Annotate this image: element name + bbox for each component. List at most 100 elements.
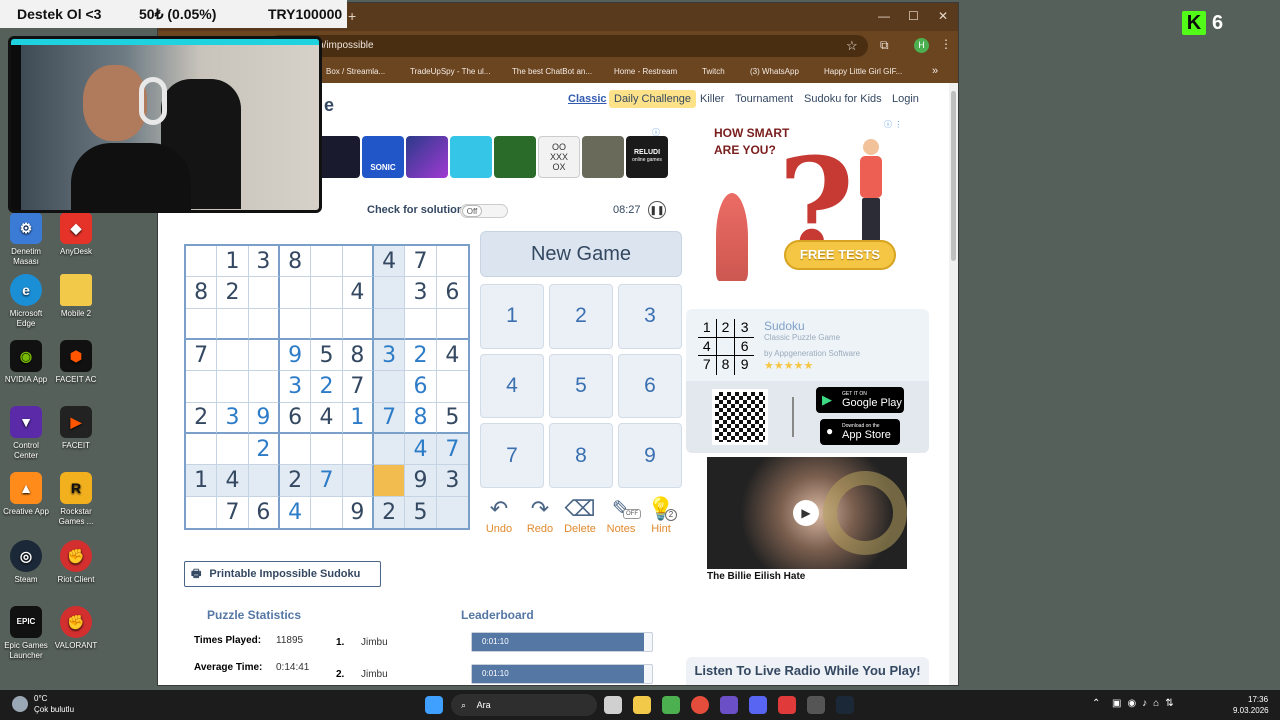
desktop-icon-mobile2[interactable]: Mobile 2 [50, 274, 102, 319]
sudoku-cell[interactable]: 7 [186, 340, 218, 372]
radio-banner[interactable]: Listen To Live Radio While You Play! [686, 657, 929, 685]
sudoku-cell[interactable] [248, 465, 280, 497]
sudoku-cell[interactable]: 5 [405, 496, 437, 528]
desktop-icon-faceit-ac[interactable]: ⬢ FACEIT AC [50, 340, 102, 385]
windows-start-icon[interactable] [425, 696, 443, 714]
game-icon[interactable] [582, 136, 624, 178]
sudoku-cell[interactable]: 7 [311, 465, 343, 497]
desktop-icon-valorant[interactable]: ✊ VALORANT [50, 606, 102, 651]
bookmark-item[interactable]: The best ChatBot an... [512, 67, 592, 76]
sudoku-cell[interactable] [217, 340, 249, 372]
desktop-icon-steam[interactable]: ◎ Steam [0, 540, 52, 585]
sudoku-cell[interactable] [374, 371, 406, 403]
sudoku-cell[interactable]: 6 [436, 277, 468, 309]
chrome-icon[interactable] [691, 696, 709, 714]
sudoku-cell[interactable]: 2 [186, 402, 218, 434]
sudoku-cell[interactable]: 9 [248, 402, 280, 434]
game-icon-sonic[interactable]: SONIC [362, 136, 404, 178]
sudoku-cell[interactable]: 8 [342, 340, 374, 372]
game-icon[interactable] [318, 136, 360, 178]
desktop-icon-epic[interactable]: EPIC Epic Games Launcher [0, 606, 52, 661]
sudoku-cell[interactable] [374, 308, 406, 340]
sudoku-cell[interactable] [311, 496, 343, 528]
numpad-key-5[interactable]: 5 [549, 353, 613, 419]
undo-button[interactable]: ↶ Undo [479, 495, 519, 535]
game-icon-tictactoe[interactable]: OO XXX OX [538, 136, 580, 178]
pause-button[interactable]: ❚❚ [648, 201, 666, 219]
steam-taskbar-icon[interactable] [836, 696, 854, 714]
clock-time[interactable]: 17:36 [1248, 695, 1268, 704]
game-icon[interactable] [406, 136, 448, 178]
sudoku-cell[interactable] [280, 277, 312, 309]
sudoku-cell[interactable] [436, 309, 468, 340]
tray-chevron-icon[interactable]: ⌃ [1092, 698, 1100, 709]
sudoku-cell[interactable] [342, 434, 374, 466]
sudoku-cell[interactable]: 8 [280, 246, 312, 278]
bookmarks-overflow-icon[interactable]: » [932, 65, 938, 77]
numpad-key-9[interactable]: 9 [618, 423, 682, 488]
desktop-icon-faceit[interactable]: ▶ FACEIT [50, 406, 102, 451]
tray-icons[interactable]: ▣◉♪⌂⇅ [1112, 698, 1180, 709]
sudoku-cell[interactable] [248, 308, 280, 340]
sudoku-cell[interactable] [436, 496, 468, 528]
redo-button[interactable]: ↷ Redo [520, 495, 560, 535]
sudoku-cell[interactable] [311, 277, 343, 309]
url-input[interactable]: p/impossible [268, 35, 868, 57]
iq-test-ad[interactable]: HOW SMART ARE YOU? ? FREE TESTS ⓘ ⋮ [708, 119, 930, 287]
new-game-button[interactable]: New Game [480, 231, 682, 277]
sudoku-cell[interactable] [342, 308, 374, 340]
sudoku-cell[interactable] [311, 308, 343, 340]
bookmark-item[interactable]: Happy Little Girl GIF... [824, 67, 902, 76]
desktop-icon-creative-app[interactable]: ▲ Creative App [0, 472, 52, 517]
bookmark-item[interactable]: Home - Restream [614, 67, 677, 76]
sudoku-cell[interactable] [280, 308, 312, 340]
sudoku-cell[interactable]: 1 [342, 402, 374, 434]
sudoku-cell[interactable]: 1 [217, 246, 249, 278]
sudoku-cell[interactable]: 2 [248, 434, 280, 466]
sudoku-cell[interactable]: 5 [311, 340, 343, 372]
sudoku-cell[interactable] [186, 308, 218, 340]
sudoku-cell[interactable] [186, 496, 218, 528]
nav-daily-challenge[interactable]: Daily Challenge [609, 90, 697, 108]
sudoku-cell[interactable]: 7 [436, 434, 468, 466]
sudoku-cell[interactable] [405, 308, 437, 340]
sudoku-cell[interactable]: 9 [405, 465, 437, 497]
sudoku-cell[interactable] [248, 277, 280, 309]
taskbar-search[interactable]: ⌕ Ara [451, 694, 597, 716]
sudoku-cell[interactable] [186, 246, 218, 278]
sudoku-cell[interactable]: 8 [186, 277, 218, 309]
nav-tournament[interactable]: Tournament [735, 93, 793, 105]
hint-button[interactable]: 💡 2 Hint [641, 495, 681, 535]
sudoku-cell[interactable]: 7 [405, 246, 437, 278]
sudoku-cell[interactable]: 6 [249, 496, 280, 528]
numpad-key-6[interactable]: 6 [618, 353, 682, 419]
site-logo[interactable]: e [324, 95, 334, 116]
sudoku-cell[interactable]: 2 [405, 340, 437, 372]
minimize-icon[interactable]: — [878, 9, 890, 23]
sudoku-cell[interactable]: 2 [280, 465, 312, 497]
sudoku-cell[interactable]: 7 [374, 402, 406, 434]
sudoku-cell[interactable]: 3 [217, 402, 249, 434]
free-tests-button[interactable]: FREE TESTS [784, 240, 896, 270]
extensions-icon[interactable]: ⧉ [880, 38, 889, 53]
video-caption[interactable]: The Billie Eilish Hate [707, 571, 805, 582]
sudoku-cell[interactable] [311, 246, 343, 278]
sudoku-cell[interactable]: 4 [374, 246, 406, 278]
profile-avatar[interactable]: H [914, 38, 929, 53]
numpad-key-4[interactable]: 4 [480, 353, 544, 419]
ad-info-icon[interactable]: ⓘ [652, 127, 660, 138]
taskbar-app-icon[interactable] [720, 696, 738, 714]
sudoku-cell[interactable]: 3 [436, 465, 468, 497]
bookmark-star-icon[interactable]: ☆ [846, 38, 858, 54]
desktop-icon-edge[interactable]: e Microsoft Edge [0, 274, 52, 329]
sudoku-cell[interactable] [311, 434, 343, 466]
sudoku-cell[interactable] [374, 277, 406, 309]
sudoku-cell[interactable]: 2 [374, 496, 406, 528]
sudoku-cell[interactable]: 3 [248, 246, 280, 278]
sudoku-cell[interactable]: 4 [405, 434, 437, 466]
sudoku-cell[interactable] [186, 371, 218, 403]
sudoku-cell[interactable]: 3 [405, 277, 437, 309]
sudoku-cell[interactable]: 6 [280, 402, 312, 434]
sudoku-cell[interactable]: 7 [217, 496, 249, 528]
sudoku-cell[interactable]: 3 [374, 340, 406, 372]
